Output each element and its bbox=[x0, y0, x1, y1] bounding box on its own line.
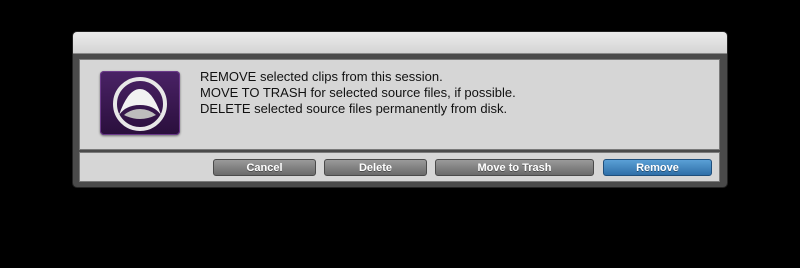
message-line-delete: DELETE selected source files permanently… bbox=[200, 101, 508, 116]
button-bar: Cancel Delete Move to Trash Remove bbox=[79, 152, 720, 182]
pro-tools-app-icon bbox=[100, 71, 180, 135]
remove-clips-dialog: REMOVE selected clips from this session.… bbox=[73, 32, 727, 187]
remove-button[interactable]: Remove bbox=[603, 159, 712, 176]
delete-button[interactable]: Delete bbox=[324, 159, 427, 176]
message-panel: REMOVE selected clips from this session.… bbox=[79, 59, 720, 150]
dialog-message: REMOVE selected clips from this session.… bbox=[200, 69, 516, 117]
message-line-move-to-trash: MOVE TO TRASH for selected source files,… bbox=[200, 85, 516, 100]
move-to-trash-button[interactable]: Move to Trash bbox=[435, 159, 594, 176]
message-line-remove: REMOVE selected clips from this session. bbox=[200, 69, 443, 84]
dialog-titlebar[interactable] bbox=[73, 32, 727, 54]
cancel-button[interactable]: Cancel bbox=[213, 159, 316, 176]
